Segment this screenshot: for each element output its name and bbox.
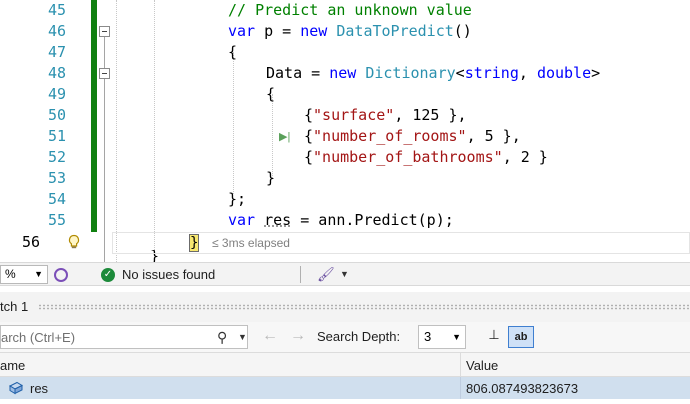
search-depth-label: Search Depth: <box>317 329 401 344</box>
column-divider <box>460 377 461 399</box>
code-text: { <box>304 148 314 166</box>
editor-status-bar: % ▼ ✓ No issues found 🖌 ▼ <box>0 262 690 286</box>
code-area[interactable]: // Predict an unknown value var p = new … <box>0 0 690 262</box>
code-comment: // Predict an unknown value <box>228 1 472 19</box>
pin-icon[interactable]: ⊥ <box>484 327 504 347</box>
keyword: var <box>228 211 256 229</box>
column-divider[interactable] <box>460 353 461 378</box>
watch-item-name[interactable]: res <box>30 381 48 396</box>
code-text: , <box>518 64 537 82</box>
search-icon[interactable]: ⚲ <box>217 329 227 346</box>
code-line-47: { <box>228 43 238 61</box>
zoom-value: % <box>5 267 16 281</box>
copilot-icon[interactable] <box>54 268 68 282</box>
watch-window-title: tch 1 <box>0 299 29 314</box>
search-depth-value: 3 <box>424 329 432 344</box>
code-text: { <box>304 127 314 145</box>
watch-search-input[interactable]: arch (Ctrl+E) ⚲ ▼ <box>0 325 248 349</box>
code-line-55: var res = ann.Predict(p); <box>228 210 454 231</box>
chevron-down-icon[interactable]: ▼ <box>238 332 247 342</box>
issues-status[interactable]: No issues found <box>122 267 215 282</box>
string-literal: "surface" <box>313 106 395 124</box>
code-cleanup-brush-icon[interactable]: 🖌 <box>317 266 335 283</box>
hex-display-toggle-button[interactable]: ab <box>508 326 534 348</box>
code-editor[interactable]: 45 46 47 48 49 50 51 52 53 54 55 56 // P… <box>0 0 690 262</box>
column-header-name[interactable]: ame <box>0 358 25 373</box>
search-depth-dropdown[interactable]: 3 ▼ <box>418 325 466 349</box>
code-line-52: {"number_of_bathrooms", 2 } <box>304 147 548 168</box>
chevron-down-icon: ▼ <box>452 332 461 342</box>
search-placeholder: arch (Ctrl+E) <box>1 330 76 345</box>
code-text: , 2 } <box>502 148 548 166</box>
code-line-49: { <box>266 85 276 103</box>
step-into-specific-icon[interactable]: ▶| <box>279 130 290 143</box>
zoom-dropdown[interactable]: % ▼ <box>0 265 48 284</box>
code-text: { <box>304 106 314 124</box>
code-text: < <box>455 64 465 82</box>
code-line-50: {"surface", 125 }, <box>304 105 467 126</box>
perf-tip-elapsed: ≤ 3ms elapsed <box>212 236 290 250</box>
column-header-value[interactable]: Value <box>466 358 498 373</box>
code-line-48: Data = new Dictionary<string, double> <box>266 63 600 84</box>
code-line-46: var p = new DataToPredict() <box>228 21 472 42</box>
code-text: () <box>453 22 472 40</box>
keyword: var <box>228 22 256 40</box>
code-text: Data = <box>266 64 330 82</box>
type-name: Dictionary <box>365 64 456 82</box>
code-text: = ann.Predict(p); <box>291 211 454 229</box>
keyword: new <box>329 64 357 82</box>
string-literal: "number_of_rooms" <box>313 127 467 145</box>
keyword: new <box>300 22 328 40</box>
code-line-54: }; <box>228 190 247 208</box>
code-text: p = <box>255 22 301 40</box>
code-text: , 125 }, <box>394 106 467 124</box>
watch-grid-header: ame Value <box>0 352 690 378</box>
code-text: , 5 }, <box>466 127 521 145</box>
table-row[interactable]: res 806.087493823673 <box>0 377 690 399</box>
keyword: double <box>536 64 592 82</box>
code-line-53: } <box>266 169 276 187</box>
variable-field-icon <box>8 381 24 395</box>
arrow-left-icon[interactable]: ← <box>262 327 278 345</box>
watch-toolbar: arch (Ctrl+E) ⚲ ▼ ← → Search Depth: 3 ▼ … <box>0 322 690 352</box>
variable-res[interactable]: res <box>264 211 291 229</box>
toolbar-separator <box>300 266 301 283</box>
check-circle-icon: ✓ <box>101 268 115 282</box>
keyword: string <box>464 64 519 82</box>
type-name: DataToPredict <box>336 22 454 40</box>
drag-grip[interactable] <box>38 304 690 310</box>
code-line-51: {"number_of_rooms", 5 }, <box>304 126 521 147</box>
watch-item-value[interactable]: 806.087493823673 <box>466 381 578 396</box>
string-literal: "number_of_bathrooms" <box>313 148 503 166</box>
watch-window-title-bar[interactable]: tch 1 <box>0 292 690 322</box>
matched-brace[interactable]: } <box>189 234 199 252</box>
code-text: > <box>591 64 601 82</box>
chevron-down-icon: ▼ <box>34 269 43 279</box>
chevron-down-icon[interactable]: ▼ <box>340 269 349 279</box>
arrow-right-icon[interactable]: → <box>290 327 306 345</box>
